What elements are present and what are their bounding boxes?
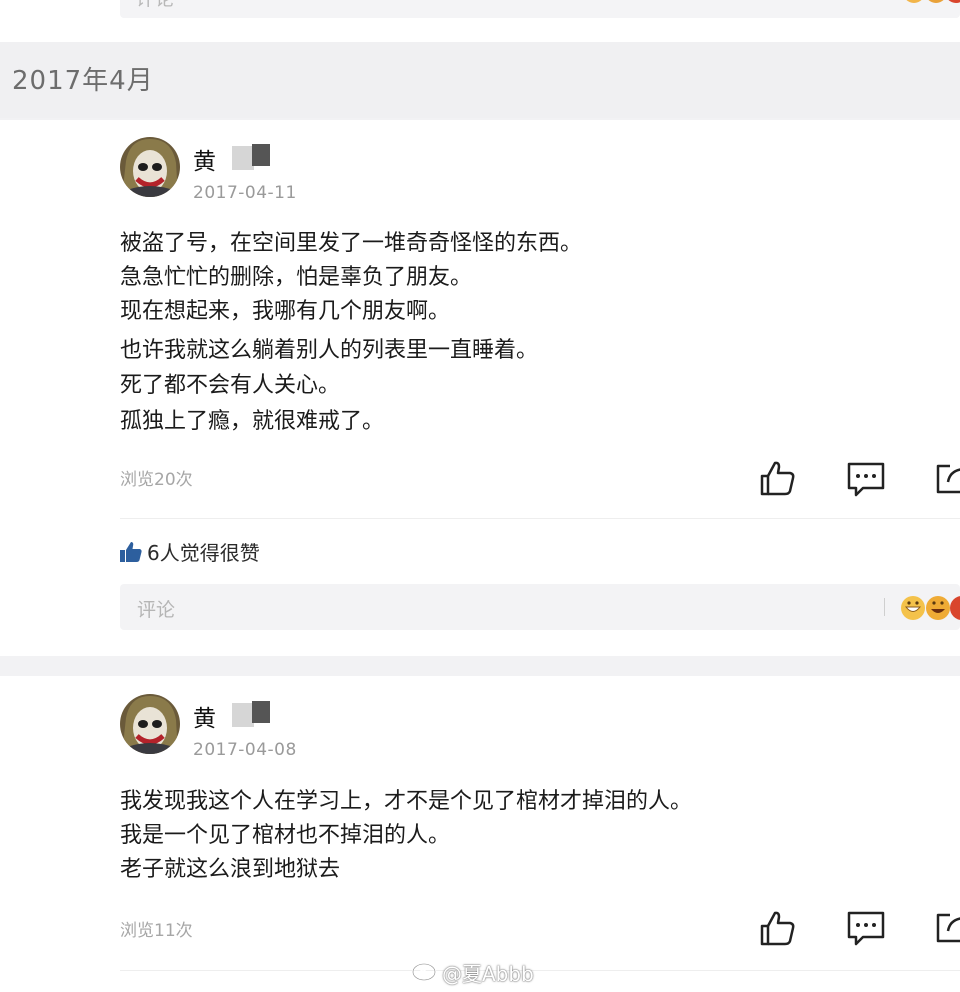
post-text-line: 也许我就这么躺着别人的列表里一直睡着。 <box>120 338 539 363</box>
like-summary[interactable]: 6人觉得很赞 <box>147 537 260 566</box>
author-name[interactable]: 黄 <box>193 699 216 733</box>
post-date: 2017-04-08 <box>193 740 297 760</box>
previous-comment-input[interactable]: 评论 <box>120 0 960 18</box>
post-text-line: 我是一个见了棺材也不掉泪的人。 <box>120 823 451 848</box>
redaction-mark <box>252 144 270 166</box>
previous-emoji-picker[interactable] <box>902 0 960 8</box>
post-text-line: 现在想起来，我哪有几个朋友啊。 <box>120 299 451 324</box>
redaction-mark <box>232 146 254 170</box>
weibo-icon <box>412 959 439 981</box>
avatar[interactable] <box>120 694 180 754</box>
share-button[interactable] <box>934 460 960 496</box>
post-date: 2017-04-11 <box>193 183 297 203</box>
divider <box>120 970 960 971</box>
author-name[interactable]: 黄 <box>193 142 216 176</box>
joker-avatar-icon <box>120 694 180 754</box>
comment-button[interactable] <box>846 460 886 500</box>
joker-avatar-icon <box>120 137 180 197</box>
post-text-line: 被盗了号，在空间里发了一堆奇奇怪怪的东西。 <box>120 231 583 256</box>
weibo-logo-icon <box>412 956 440 982</box>
thumbs-up-icon <box>760 911 795 946</box>
redaction-mark <box>232 703 254 727</box>
view-count: 浏览11次 <box>120 921 193 941</box>
comment-input[interactable] <box>120 584 960 630</box>
divider <box>120 518 960 519</box>
view-count: 浏览20次 <box>120 470 193 490</box>
comment-placeholder: 评论 <box>137 599 176 621</box>
comment-button[interactable] <box>846 909 886 949</box>
share-icon <box>936 464 960 494</box>
share-button[interactable] <box>934 909 960 945</box>
separator <box>884 598 885 616</box>
emoji-picker[interactable] <box>900 594 960 622</box>
thumbs-up-filled-icon <box>120 542 142 562</box>
post-text-line: 我发现我这个人在学习上，才不是个见了棺材才掉泪的人。 <box>120 789 693 814</box>
post-text-line: 死了都不会有人关心。 <box>120 373 341 398</box>
like-count-icon <box>120 542 142 562</box>
thumbs-up-icon <box>760 461 795 496</box>
watermark: @夏Abbb <box>442 962 534 986</box>
emoji-icon <box>901 596 960 620</box>
month-header: 2017年4月 <box>12 66 154 96</box>
like-button[interactable] <box>757 458 797 498</box>
like-button[interactable] <box>757 908 797 948</box>
comment-bubble-icon <box>847 462 885 497</box>
comment-bubble-icon <box>847 911 885 946</box>
post-text-line: 急急忙忙的删除，怕是辜负了朋友。 <box>120 265 473 290</box>
post-text-line: 孤独上了瘾，就很难戒了。 <box>120 409 385 434</box>
redaction-mark <box>252 701 270 723</box>
post-text-line: 老子就这么浪到地狱去 <box>120 857 341 882</box>
share-icon <box>936 913 960 943</box>
avatar[interactable] <box>120 137 180 197</box>
emoji-icon <box>906 0 960 3</box>
